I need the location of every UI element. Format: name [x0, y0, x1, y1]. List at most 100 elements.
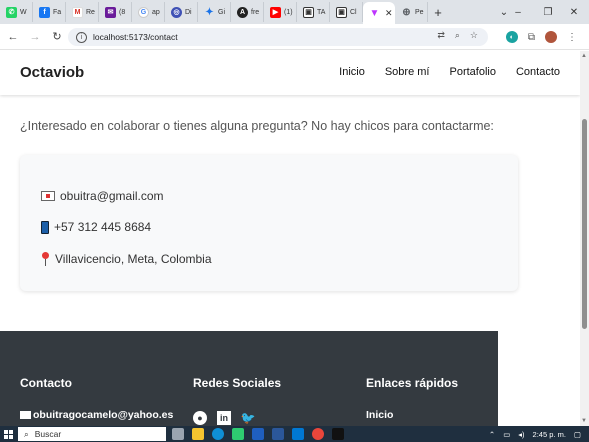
- tab-whatsapp[interactable]: ✆ W: [0, 2, 33, 22]
- tab-mail[interactable]: ✉ (8: [99, 2, 132, 22]
- tab-youtube[interactable]: ▶ (1): [264, 2, 297, 22]
- tab-label: fre: [251, 8, 260, 16]
- network-icon[interactable]: ▭: [503, 430, 510, 439]
- edge-icon[interactable]: [212, 428, 224, 440]
- store-icon[interactable]: [232, 428, 244, 440]
- scroll-up-icon[interactable]: ▲: [581, 53, 587, 59]
- scrollbar-thumb[interactable]: [582, 119, 587, 329]
- close-window-button[interactable]: ✕: [559, 0, 589, 24]
- clock[interactable]: 2:45 p. m.: [533, 430, 566, 439]
- zoom-icon[interactable]: ⌕: [455, 30, 460, 41]
- footer-email[interactable]: obuitragocamelo@yahoo.es: [20, 409, 173, 421]
- tab-facebook[interactable]: f Fa: [33, 2, 66, 22]
- footer-contact-title: Contacto: [20, 376, 72, 390]
- footer-email-text[interactable]: obuitragocamelo@yahoo.es: [33, 409, 173, 421]
- windows-taskbar: ⌕ Buscar ⌃ ▭ ◂) 2:45 p. m. ▢: [0, 426, 589, 442]
- tray-chevron-icon[interactable]: ⌃: [489, 430, 495, 439]
- youtube-icon: ▶: [270, 6, 281, 18]
- app-icon: A: [237, 6, 248, 18]
- minimize-button[interactable]: –: [503, 0, 533, 24]
- bookmark-star-icon[interactable]: ☆: [470, 30, 478, 41]
- tab-label: ap: [152, 8, 160, 16]
- tab-doc-ta[interactable]: ▣ TA: [297, 2, 330, 22]
- url-text[interactable]: localhost:5173/contact: [93, 32, 178, 42]
- tab-label: Fa: [53, 8, 62, 16]
- contact-email: obuitra@gmail.com: [60, 189, 164, 203]
- forward-button[interactable]: →: [24, 31, 46, 43]
- tab-active-vite[interactable]: ▼ ✕: [363, 2, 395, 24]
- contact-phone-row: +57 312 445 8684: [41, 220, 151, 234]
- close-tab-icon[interactable]: ✕: [385, 8, 393, 19]
- tab-label: Re: [86, 8, 95, 16]
- envelope-icon: [20, 411, 31, 419]
- vite-icon: ▼: [369, 7, 380, 19]
- search-icon: ⌕: [24, 428, 29, 439]
- page-scrollbar[interactable]: ▲ ▼: [580, 51, 589, 426]
- tab-label: TA: [317, 8, 326, 16]
- windows-start-button[interactable]: [0, 426, 16, 442]
- contact-card: obuitra@gmail.com +57 312 445 8684 Villa…: [20, 155, 518, 291]
- tab-label: Cl: [350, 8, 357, 16]
- scroll-down-icon[interactable]: ▼: [581, 418, 587, 424]
- outlook-icon[interactable]: [272, 428, 284, 440]
- footer-link-inicio[interactable]: Inicio: [366, 409, 393, 421]
- tab-label: W: [20, 8, 27, 16]
- tab-label: (1): [284, 8, 293, 16]
- task-view-icon[interactable]: [172, 428, 184, 440]
- page-viewport: Octaviob Inicio Sobre mí Portafolio Cont…: [0, 51, 580, 426]
- new-tab-button[interactable]: +: [428, 5, 448, 20]
- taskbar-apps: [172, 428, 344, 440]
- nav-link-contacto[interactable]: Contacto: [516, 66, 560, 78]
- tab-app[interactable]: Afre: [231, 2, 264, 22]
- browser-toolbar: ← → ↻ i localhost:5173/contact ⇄ ⌕ ☆ ◐ ⧉…: [0, 24, 589, 50]
- nav-link-inicio[interactable]: Inicio: [339, 66, 365, 78]
- site-brand[interactable]: Octaviob: [20, 64, 84, 81]
- reload-button[interactable]: ↻: [46, 30, 68, 43]
- twitter-icon[interactable]: 🐦: [241, 411, 256, 425]
- menu-kebab-icon[interactable]: ⋮: [567, 32, 577, 43]
- github-icon[interactable]: ●: [193, 411, 207, 425]
- site-info-icon[interactable]: i: [76, 31, 87, 43]
- taskbar-search[interactable]: ⌕ Buscar: [18, 427, 166, 441]
- extensions-puzzle-icon[interactable]: ⧉: [528, 32, 535, 43]
- social-links: ● in 🐦: [193, 411, 255, 425]
- translate-icon[interactable]: ⇄: [437, 30, 445, 41]
- site-footer: Contacto obuitragocamelo@yahoo.es Redes …: [0, 331, 498, 426]
- location-pin-icon: [41, 252, 50, 266]
- tab-label: (8: [119, 8, 126, 16]
- chrome-icon[interactable]: [312, 428, 324, 440]
- tab-gmail[interactable]: M Re: [66, 2, 99, 22]
- tab-doc-cl[interactable]: ▣ Cl: [330, 2, 363, 22]
- footer-links-title: Enlaces rápidos: [366, 376, 459, 390]
- email-icon: [41, 191, 55, 201]
- tab-gemini[interactable]: ✦ Gi: [198, 2, 231, 22]
- tab-label: Di: [185, 8, 192, 16]
- tab-google[interactable]: Gap: [132, 2, 165, 22]
- notification-icon[interactable]: ▢: [574, 430, 581, 439]
- back-button[interactable]: ←: [2, 31, 24, 43]
- word-icon[interactable]: [252, 428, 264, 440]
- tab-site[interactable]: ◎ Di: [165, 2, 198, 22]
- doc-icon: ▣: [303, 6, 314, 18]
- avatar[interactable]: [545, 31, 557, 43]
- terminal-icon[interactable]: [332, 428, 344, 440]
- facebook-icon: f: [39, 6, 50, 18]
- tab-label: Pe: [415, 8, 424, 16]
- site-icon: ◎: [171, 6, 182, 18]
- address-bar[interactable]: i localhost:5173/contact ⇄ ⌕ ☆: [68, 28, 488, 46]
- taskbar-search-text[interactable]: Buscar: [35, 429, 61, 439]
- extension-icon[interactable]: ◐: [505, 31, 518, 43]
- whatsapp-icon: ✆: [6, 6, 17, 18]
- contact-intro-text: ¿Interesado en colaborar o tienes alguna…: [20, 119, 494, 133]
- file-explorer-icon[interactable]: [192, 428, 204, 440]
- linkedin-icon[interactable]: in: [217, 411, 231, 425]
- tab-globe[interactable]: ⊕ Pe: [395, 2, 428, 22]
- gmail-icon: M: [72, 6, 83, 18]
- nav-link-portafolio[interactable]: Portafolio: [449, 66, 495, 78]
- volume-icon[interactable]: ◂): [518, 430, 524, 439]
- site-nav-links: Inicio Sobre mí Portafolio Contacto: [339, 66, 560, 78]
- contact-phone: +57 312 445 8684: [54, 220, 152, 234]
- tab-label: Gi: [218, 8, 225, 16]
- vscode-icon[interactable]: [292, 428, 304, 440]
- nav-link-sobre-mi[interactable]: Sobre mí: [385, 66, 430, 78]
